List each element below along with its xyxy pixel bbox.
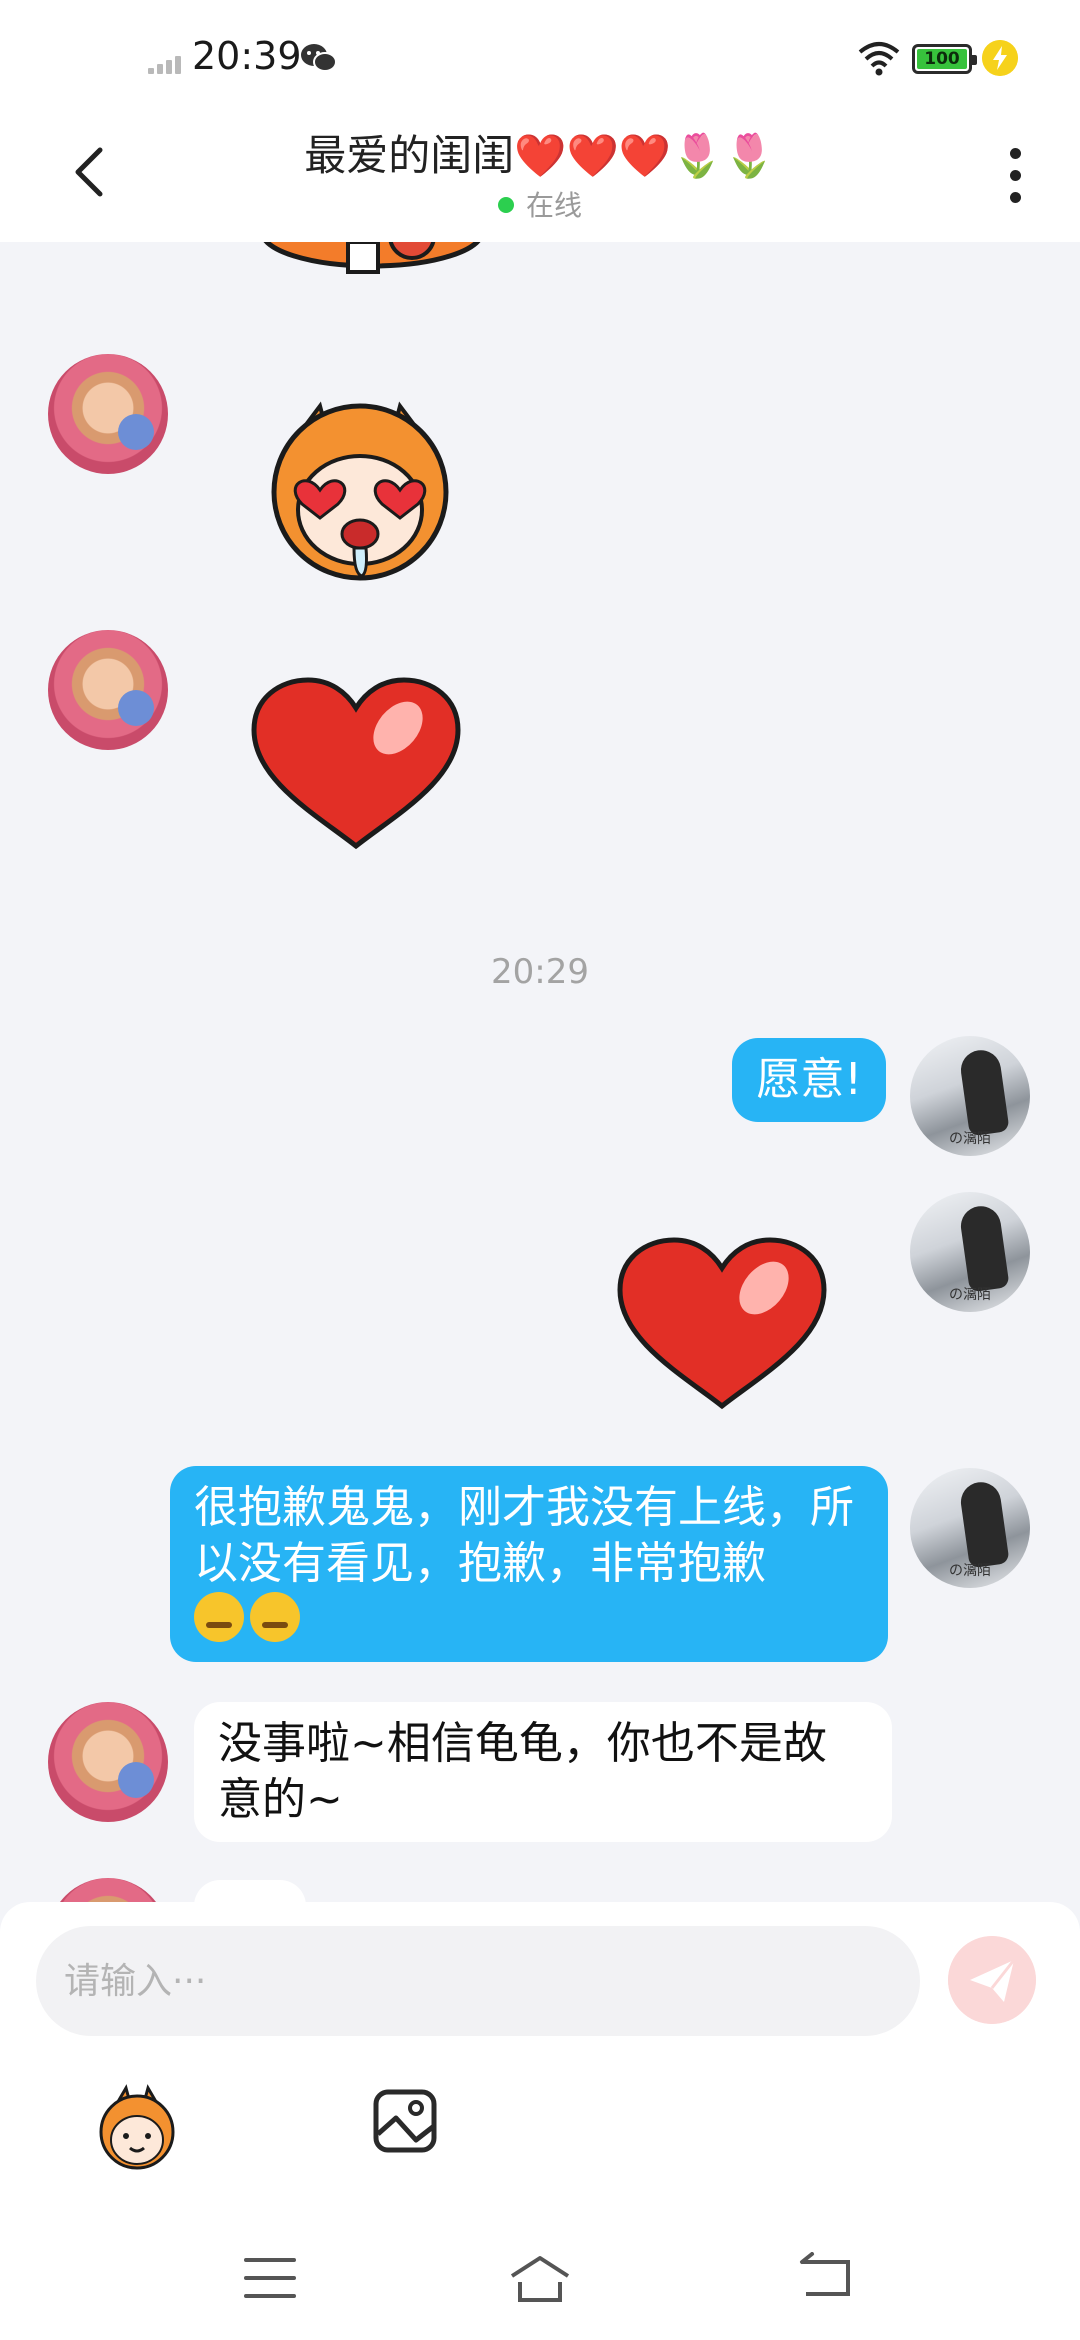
presence-label: 在线 (525, 189, 582, 222)
message-list[interactable]: 20:29 愿意! の漓陌 の漓陌 很抱歉鬼鬼，刚才我没有上线，所以没有看见，抱… (0, 242, 1080, 1902)
chat-title: 最爱的闺闺❤️❤️❤️🌷🌷 (304, 131, 776, 180)
friend-avatar[interactable] (48, 354, 168, 474)
battery-level: 100 (917, 49, 967, 69)
heart-eyes-sticker[interactable] (250, 386, 470, 582)
red-heart-sticker[interactable] (248, 676, 464, 856)
friend-avatar[interactable] (48, 1702, 168, 1822)
nav-back-icon[interactable] (796, 2252, 854, 2298)
wifi-icon (858, 42, 900, 76)
image-tool-icon[interactable] (372, 2088, 438, 2154)
signal-icon (148, 52, 188, 74)
cartoon-sticker-partial[interactable] (252, 242, 492, 278)
friend-avatar[interactable] (48, 1878, 168, 1902)
self-avatar[interactable]: の漓陌 (910, 1036, 1030, 1156)
nav-home-icon[interactable] (508, 2252, 572, 2304)
send-icon[interactable] (948, 1936, 1036, 2024)
message-timestamp: 20:29 (491, 952, 589, 992)
battery-icon: 100 (912, 44, 977, 74)
pensive-face-icon (250, 1592, 300, 1642)
sticker-tool-icon[interactable] (92, 2082, 182, 2172)
friend-message-bubble[interactable]: 没事啦~相信龟龟，你也不是故意的~ (194, 1702, 892, 1842)
status-bar: 20:39 100 (0, 0, 1080, 112)
self-message-bubble[interactable]: 很抱歉鬼鬼，刚才我没有上线，所以没有看见，抱歉，非常抱歉 (170, 1466, 888, 1662)
message-input[interactable] (36, 1926, 920, 2036)
chat-header: 最爱的闺闺❤️❤️❤️🌷🌷 在线 (0, 112, 1080, 242)
nav-menu-icon[interactable] (244, 2258, 296, 2298)
friend-avatar[interactable] (48, 630, 168, 750)
online-dot-icon (497, 197, 514, 213)
confounded-face-icon (194, 1592, 244, 1642)
self-avatar[interactable]: の漓陌 (910, 1192, 1030, 1312)
charging-icon (982, 40, 1018, 76)
friend-message-bubble-partial[interactable] (194, 1880, 306, 1902)
wechat-icon (301, 44, 337, 72)
self-avatar[interactable]: の漓陌 (910, 1468, 1030, 1588)
presence-status: 在线 (0, 184, 1080, 224)
message-text: 很抱歉鬼鬼，刚才我没有上线，所以没有看见，抱歉，非常抱歉 (194, 1482, 854, 1589)
more-dots-icon[interactable] (996, 142, 1036, 212)
status-time: 20:39 (192, 34, 302, 78)
red-heart-sticker[interactable] (614, 1236, 830, 1416)
self-message-bubble[interactable]: 愿意! (732, 1038, 886, 1122)
